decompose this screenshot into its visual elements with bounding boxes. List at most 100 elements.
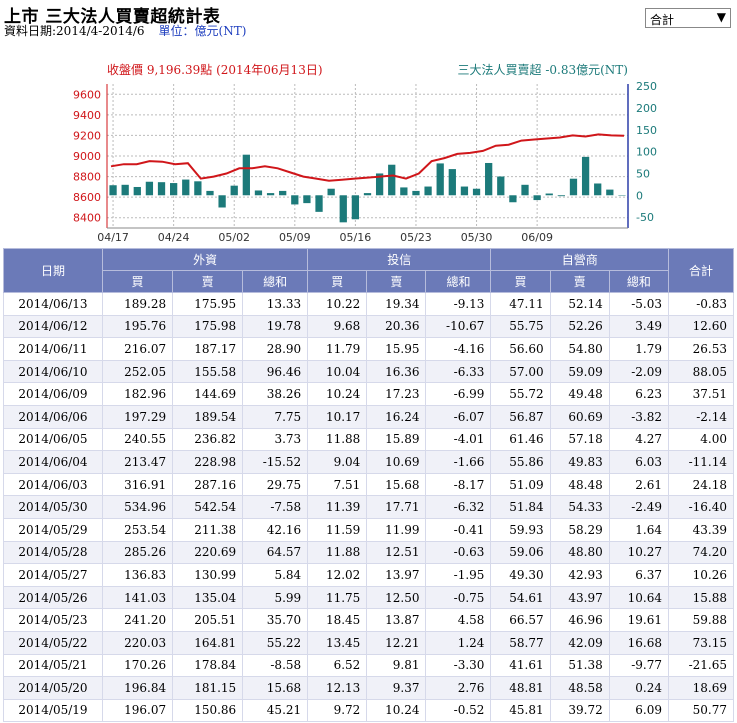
- row-value: 60.69: [549, 404, 610, 429]
- row-value: 19.34: [366, 292, 427, 316]
- net-bar: [485, 162, 493, 196]
- row-value: 58.29: [549, 517, 610, 542]
- row-value: 220.69: [172, 540, 244, 565]
- row-value: 49.30: [490, 563, 551, 587]
- row-value: 12.02: [307, 563, 368, 587]
- x-tick-label: 05/30: [461, 231, 493, 244]
- left-tick-label: 9000: [73, 150, 101, 163]
- row-value: 19.61: [608, 608, 670, 632]
- row-date: 2014/06/12: [3, 314, 103, 339]
- row-value: 182.96: [101, 382, 174, 406]
- row-value: 175.95: [172, 292, 244, 316]
- net-bar: [363, 193, 372, 196]
- row-date: 2014/06/11: [3, 337, 103, 361]
- row-value: 57.00: [490, 359, 551, 384]
- net-bar: [109, 185, 117, 196]
- summary-select[interactable]: 合計 ▼: [645, 8, 731, 28]
- left-tick-label: 8600: [73, 191, 101, 204]
- row-value: 26.53: [668, 337, 734, 361]
- row-date: 2014/05/27: [3, 563, 103, 587]
- row-value: 74.20: [668, 540, 734, 565]
- left-tick-label: 9200: [73, 129, 101, 142]
- net-bar: [606, 189, 614, 196]
- row-value: 9.04: [307, 450, 368, 474]
- row-value: 196.07: [101, 698, 174, 723]
- header-total: 合計: [668, 248, 734, 293]
- row-date: 2014/05/19: [3, 698, 103, 723]
- row-value: 58.77: [490, 630, 551, 655]
- table-row: 2014/06/11 216.07 187.17 28.90 11.79 15.95 -4.…: [3, 337, 734, 361]
- net-buy-label: 三大法人買賣超 -0.83億元(NT): [458, 62, 628, 77]
- row-value: -0.83: [668, 292, 734, 316]
- net-bar: [218, 195, 226, 208]
- net-bar: [157, 182, 166, 196]
- row-value: 45.21: [242, 698, 309, 723]
- table-row: 2014/05/28 285.26 220.69 64.57 11.88 12.51 -0.…: [3, 540, 734, 565]
- net-bar: [206, 190, 214, 196]
- row-value: 29.75: [242, 472, 309, 497]
- row-value: 54.33: [549, 495, 610, 519]
- header-dealer: 自營商: [490, 248, 669, 271]
- row-value: -4.01: [425, 427, 492, 452]
- row-value: 3.73: [242, 427, 309, 452]
- row-value: 216.07: [101, 337, 174, 361]
- row-value: 17.71: [366, 495, 427, 519]
- row-value: -4.16: [425, 337, 492, 361]
- close-price-line: [110, 133, 625, 182]
- table-row: 2014/05/23 241.20 205.51 35.70 18.45 13.87 4.5…: [3, 608, 734, 632]
- row-value: 10.64: [608, 585, 670, 610]
- row-value: 3.49: [608, 314, 670, 339]
- subheader-cell: 總和: [242, 270, 309, 293]
- row-value: 141.03: [101, 585, 174, 610]
- row-value: -9.77: [608, 653, 670, 678]
- row-value: 316.91: [101, 472, 174, 497]
- row-value: 59.93: [490, 517, 551, 542]
- row-value: -6.32: [425, 495, 492, 519]
- row-value: 534.96: [101, 495, 174, 519]
- row-date: 2014/06/10: [3, 359, 103, 384]
- left-tick-label: 9400: [73, 109, 101, 122]
- row-value: 9.68: [307, 314, 368, 339]
- row-value: 0.24: [608, 676, 670, 700]
- row-value: -3.82: [608, 404, 670, 429]
- row-value: 2.61: [608, 472, 670, 497]
- row-value: 18.69: [668, 676, 734, 700]
- row-value: 205.51: [172, 608, 244, 632]
- row-value: 48.81: [490, 676, 551, 700]
- net-bar: [557, 195, 565, 197]
- row-value: 54.80: [549, 337, 610, 361]
- row-value: 189.28: [101, 292, 174, 316]
- row-date: 2014/06/03: [3, 472, 103, 497]
- table-row: 2014/05/20 196.84 181.15 15.68 12.13 9.37 2.76…: [3, 676, 734, 700]
- row-value: 48.80: [549, 540, 610, 565]
- row-value: -21.65: [668, 653, 734, 678]
- row-value: -6.33: [425, 359, 492, 384]
- row-date: 2014/05/28: [3, 540, 103, 565]
- row-value: 135.04: [172, 585, 244, 610]
- right-tick-label: 150: [636, 124, 657, 137]
- row-value: 46.96: [549, 608, 610, 632]
- row-value: 66.57: [490, 608, 551, 632]
- right-tick-label: 100: [636, 146, 657, 159]
- row-value: 10.04: [307, 359, 368, 384]
- subheader-cell: 賣: [172, 270, 244, 293]
- row-value: 130.99: [172, 563, 244, 587]
- row-value: 181.15: [172, 676, 244, 700]
- net-bar: [521, 184, 529, 196]
- left-tick-label: 8400: [73, 212, 101, 225]
- summary-select-value: 合計: [650, 13, 675, 27]
- chevron-down-icon: ▼: [716, 10, 726, 24]
- row-value: -8.58: [242, 653, 309, 678]
- row-value: 50.77: [668, 698, 734, 723]
- row-value: 10.24: [307, 382, 368, 406]
- row-value: 11.75: [307, 585, 368, 610]
- row-value: 20.36: [366, 314, 427, 339]
- table-row: 2014/05/26 141.03 135.04 5.99 11.75 12.50 -0.7…: [3, 585, 734, 610]
- net-bar: [133, 186, 141, 196]
- row-value: 542.54: [172, 495, 244, 519]
- subheader-cell: 總和: [608, 270, 670, 293]
- row-value: 96.46: [242, 359, 309, 384]
- row-value: 12.51: [366, 540, 427, 565]
- header-date: 日期: [3, 248, 103, 293]
- row-value: 253.54: [101, 517, 174, 542]
